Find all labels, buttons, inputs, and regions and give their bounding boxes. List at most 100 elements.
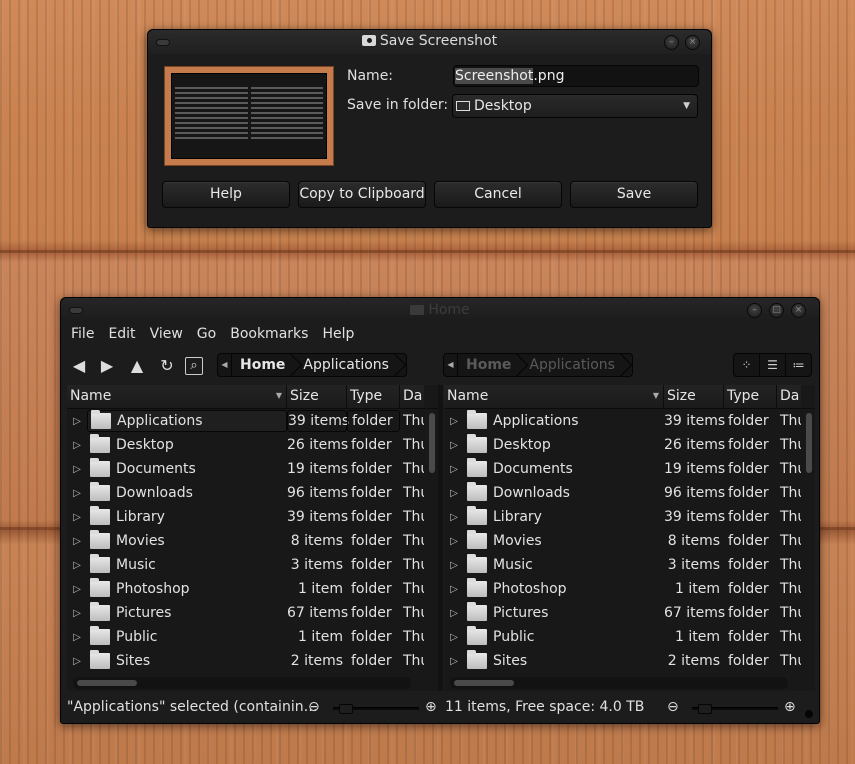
close-button[interactable]: × bbox=[791, 303, 806, 318]
file-row[interactable]: ▷ Sites 2 items folder Thu bbox=[67, 649, 438, 673]
column-type[interactable]: Type bbox=[724, 385, 777, 408]
zoom-out-icon[interactable]: ⊖ bbox=[667, 699, 679, 715]
filename-input[interactable]: Screenshot.png bbox=[453, 65, 699, 87]
forward-icon[interactable]: ▶ bbox=[95, 354, 119, 378]
file-row[interactable]: ▷ Desktop 26 itemsfolder Thu bbox=[444, 433, 815, 457]
vertical-scrollbar[interactable] bbox=[804, 409, 814, 667]
menu-file[interactable]: File bbox=[71, 323, 102, 347]
file-row[interactable]: ▷ Documents 19 itemsfolder Thu bbox=[67, 457, 438, 481]
menu-help[interactable]: Help bbox=[322, 323, 362, 347]
breadcrumb-home[interactable]: Home bbox=[458, 354, 521, 376]
zoom-out-icon[interactable]: ⊖ bbox=[308, 699, 320, 715]
file-row[interactable]: ▷ Movies 8 items folder Thu bbox=[67, 529, 438, 553]
breadcrumb-home[interactable]: Home bbox=[232, 354, 295, 376]
file-row[interactable]: ▷ Movies 8 items folder Thu bbox=[444, 529, 815, 553]
expander-icon[interactable]: ▷ bbox=[67, 560, 87, 571]
file-row[interactable]: ▷ Pictures 67 itemsfolder Thu bbox=[444, 601, 815, 625]
save-button[interactable]: Save bbox=[570, 181, 698, 208]
file-row[interactable]: ▷ Music 3 items folder Thu bbox=[67, 553, 438, 577]
zoom-in-icon[interactable]: ⊕ bbox=[784, 699, 796, 715]
maximize-button[interactable]: □ bbox=[769, 303, 784, 318]
zoom-in-icon[interactable]: ⊕ bbox=[425, 699, 437, 715]
file-date: Thu bbox=[403, 653, 424, 669]
menu-bookmarks[interactable]: Bookmarks bbox=[230, 323, 316, 347]
expander-icon[interactable]: ▷ bbox=[444, 488, 464, 499]
expander-icon[interactable]: ▷ bbox=[444, 536, 464, 547]
expander-icon[interactable]: ▷ bbox=[444, 416, 464, 427]
minimize-button[interactable]: – bbox=[747, 303, 762, 318]
column-size[interactable]: Size bbox=[287, 385, 347, 408]
file-row[interactable]: ▷Applications39 itemsfolderThu bbox=[67, 409, 438, 433]
column-name[interactable]: Name ▼ bbox=[444, 385, 664, 408]
expander-icon[interactable]: ▷ bbox=[67, 584, 87, 595]
expander-icon[interactable]: ▷ bbox=[444, 608, 464, 619]
left-zoom-slider[interactable] bbox=[333, 704, 419, 714]
file-row[interactable]: ▷ Desktop 26 itemsfolder Thu bbox=[67, 433, 438, 457]
breadcrumb-applications[interactable]: Applications bbox=[295, 354, 399, 376]
file-row[interactable]: ▷ Downloads 96 itemsfolder Thu bbox=[67, 481, 438, 505]
column-size[interactable]: Size bbox=[664, 385, 724, 408]
file-row[interactable]: ▷ Downloads 96 itemsfolder Thu bbox=[444, 481, 815, 505]
chevron-left-icon[interactable]: ◀ bbox=[444, 354, 458, 376]
up-icon[interactable]: ▲ bbox=[125, 354, 149, 378]
file-row[interactable]: ▷ Documents 19 itemsfolder Thu bbox=[444, 457, 815, 481]
close-button[interactable]: × bbox=[685, 35, 700, 50]
column-name[interactable]: Name ▼ bbox=[67, 385, 287, 408]
breadcrumb-applications[interactable]: Applications bbox=[521, 354, 625, 376]
icon-view-icon[interactable]: ⁘ bbox=[734, 354, 760, 376]
search-icon[interactable]: ⌕ bbox=[185, 357, 203, 375]
column-date[interactable]: Da bbox=[777, 385, 801, 408]
horizontal-scrollbar[interactable] bbox=[450, 677, 788, 689]
file-row[interactable]: ▷ Photoshop 1 item folder Thu bbox=[67, 577, 438, 601]
file-row[interactable]: ▷ Library 39 itemsfolder Thu bbox=[444, 505, 815, 529]
menu-view[interactable]: View bbox=[150, 323, 191, 347]
expander-icon[interactable]: ▷ bbox=[67, 440, 87, 451]
expander-icon[interactable]: ▷ bbox=[67, 632, 87, 643]
expander-icon[interactable]: ▷ bbox=[444, 632, 464, 643]
chevron-left-icon[interactable]: ◀ bbox=[218, 354, 232, 376]
resize-grip[interactable] bbox=[805, 710, 813, 718]
expander-icon[interactable]: ▷ bbox=[67, 464, 87, 475]
horizontal-scrollbar[interactable] bbox=[73, 677, 411, 689]
file-row[interactable]: ▷Applications39 itemsfolderThu bbox=[444, 409, 815, 433]
column-date[interactable]: Da bbox=[400, 385, 424, 408]
compact-view-icon[interactable]: ≔ bbox=[786, 354, 811, 376]
back-icon[interactable]: ◀ bbox=[67, 354, 91, 378]
expander-icon[interactable]: ▷ bbox=[67, 536, 87, 547]
reload-icon[interactable]: ↻ bbox=[155, 354, 179, 378]
dialog-titlebar[interactable]: Save Screenshot – × bbox=[148, 30, 711, 54]
pane-splitter[interactable] bbox=[438, 385, 443, 691]
expander-icon[interactable]: ▷ bbox=[67, 656, 87, 667]
expander-icon[interactable]: ▷ bbox=[67, 512, 87, 523]
menu-go[interactable]: Go bbox=[197, 323, 224, 347]
expander-icon[interactable]: ▷ bbox=[444, 440, 464, 451]
desktop-icon bbox=[456, 101, 470, 111]
window-titlebar[interactable]: Home – □ × bbox=[61, 298, 819, 323]
file-row[interactable]: ▷ Public 1 item folder Thu bbox=[444, 625, 815, 649]
list-view-icon[interactable]: ☰ bbox=[760, 354, 786, 376]
expander-icon[interactable]: ▷ bbox=[444, 512, 464, 523]
folder-icon bbox=[467, 482, 487, 501]
file-row[interactable]: ▷ Library 39 itemsfolder Thu bbox=[67, 505, 438, 529]
copy-to-clipboard-button[interactable]: Copy to Clipboard bbox=[298, 181, 426, 208]
help-button[interactable]: Help bbox=[162, 181, 290, 208]
column-type[interactable]: Type bbox=[347, 385, 400, 408]
expander-icon[interactable]: ▷ bbox=[444, 656, 464, 667]
expander-icon[interactable]: ▷ bbox=[67, 608, 87, 619]
expander-icon[interactable]: ▷ bbox=[444, 584, 464, 595]
expander-icon[interactable]: ▷ bbox=[67, 488, 87, 499]
menu-edit[interactable]: Edit bbox=[108, 323, 143, 347]
expander-icon[interactable]: ▷ bbox=[67, 416, 87, 427]
cancel-button[interactable]: Cancel bbox=[434, 181, 562, 208]
right-zoom-slider[interactable] bbox=[692, 704, 778, 714]
file-row[interactable]: ▷ Pictures 67 itemsfolder Thu bbox=[67, 601, 438, 625]
file-row[interactable]: ▷ Photoshop 1 item folder Thu bbox=[444, 577, 815, 601]
file-row[interactable]: ▷ Sites 2 items folder Thu bbox=[444, 649, 815, 673]
save-folder-select[interactable]: Desktop ▼ bbox=[452, 94, 698, 118]
expander-icon[interactable]: ▷ bbox=[444, 560, 464, 571]
minimize-button[interactable]: – bbox=[664, 35, 679, 50]
expander-icon[interactable]: ▷ bbox=[444, 464, 464, 475]
vertical-scrollbar[interactable] bbox=[427, 409, 437, 667]
file-row[interactable]: ▷ Public 1 item folder Thu bbox=[67, 625, 438, 649]
file-row[interactable]: ▷ Music 3 items folder Thu bbox=[444, 553, 815, 577]
